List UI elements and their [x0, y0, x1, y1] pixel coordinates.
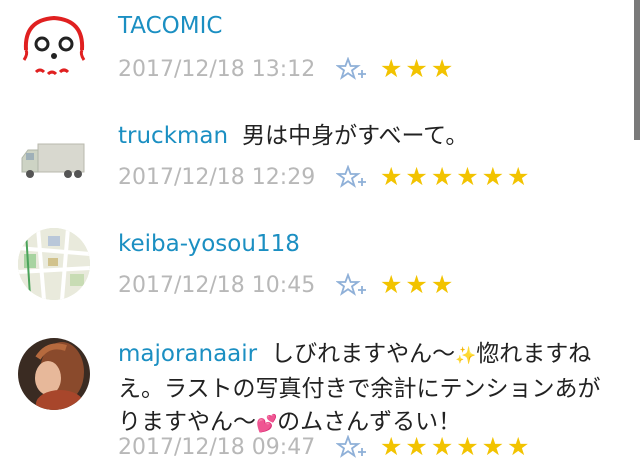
octopus-avatar[interactable] — [18, 10, 90, 82]
username-link[interactable]: majoranaair — [118, 341, 257, 367]
star-rating: ★★★★★★ — [380, 162, 533, 191]
scrollbar[interactable] — [634, 0, 640, 140]
comment-text: しびれますやん〜 — [271, 341, 456, 367]
timestamp: 2017/12/18 12:29 — [118, 164, 316, 190]
timestamp: 2017/12/18 09:47 — [118, 434, 316, 460]
comment-body: majoranaair しびれますやん〜✨惚れますねえ。ラストの写真付きで余計にテ… — [118, 338, 604, 441]
star-rating: ★★★ — [380, 54, 457, 83]
username-link[interactable]: keiba-yosou118 — [118, 231, 300, 257]
map-avatar[interactable] — [18, 228, 90, 300]
two-hearts-icon: 💕 — [256, 414, 278, 434]
truck-avatar[interactable] — [18, 124, 90, 196]
star-rating: ★★★ — [380, 270, 457, 299]
sparkles-icon: ✨ — [455, 346, 477, 366]
comment-item: truckman 男は中身がすべーて。 2017/12/18 12:29 ★★★★… — [0, 110, 628, 220]
comment-item: TACOMIC 2017/12/18 13:12 ★★★ — [0, 0, 628, 110]
username-link[interactable]: TACOMIC — [118, 13, 222, 39]
comment-body: truckman 男は中身がすべーて。 — [118, 120, 604, 153]
comment-text: 男は中身がすべーて。 — [242, 123, 469, 149]
star-plus-icon[interactable] — [336, 435, 368, 459]
star-plus-icon[interactable] — [336, 57, 368, 81]
timestamp: 2017/12/18 13:12 — [118, 56, 316, 82]
comment-item: majoranaair しびれますやん〜✨惚れますねえ。ラストの写真付きで余計にテ… — [0, 330, 628, 473]
comment-item: keiba-yosou118 2017/12/18 10:45 ★★★ — [0, 220, 628, 330]
star-rating: ★★★★★★ — [380, 432, 533, 461]
comment-body: TACOMIC — [118, 10, 604, 43]
timestamp: 2017/12/18 10:45 — [118, 272, 316, 298]
username-link[interactable]: truckman — [118, 123, 228, 149]
star-plus-icon[interactable] — [336, 165, 368, 189]
photo-avatar[interactable] — [18, 338, 90, 410]
star-plus-icon[interactable] — [336, 273, 368, 297]
comment-body: keiba-yosou118 — [118, 228, 604, 261]
